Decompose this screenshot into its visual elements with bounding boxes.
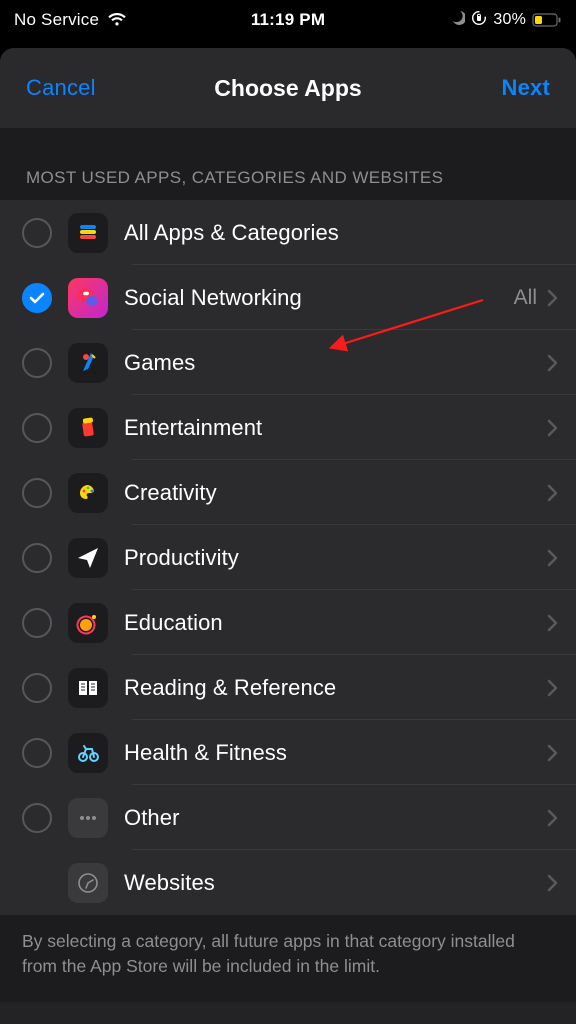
list-item-entertainment[interactable]: Entertainment — [0, 395, 576, 460]
wifi-icon — [107, 13, 127, 27]
chevron-right-icon — [547, 744, 558, 762]
radio-unchecked[interactable] — [22, 738, 52, 768]
list-item-games[interactable]: Games — [0, 330, 576, 395]
chevron-right-icon — [547, 484, 558, 502]
chevron-right-icon — [547, 549, 558, 567]
row-label: Entertainment — [124, 415, 547, 441]
chevron-right-icon — [547, 614, 558, 632]
list-item-reading[interactable]: Reading & Reference — [0, 655, 576, 720]
education-icon — [68, 603, 108, 643]
list-item-social-networking[interactable]: Social Networking All — [0, 265, 576, 330]
row-label: Reading & Reference — [124, 675, 547, 701]
list-item-productivity[interactable]: Productivity — [0, 525, 576, 590]
radio-unchecked[interactable] — [22, 803, 52, 833]
radio-unchecked[interactable] — [22, 478, 52, 508]
cancel-button[interactable]: Cancel — [26, 75, 96, 100]
chevron-right-icon — [547, 354, 558, 372]
nav-bar: Cancel Choose Apps Next — [0, 48, 576, 128]
row-label: Health & Fitness — [124, 740, 547, 766]
row-label: Social Networking — [124, 285, 514, 311]
orientation-lock-icon — [471, 10, 487, 31]
websites-icon — [68, 863, 108, 903]
radio-unchecked[interactable] — [22, 543, 52, 573]
games-icon — [68, 343, 108, 383]
list-item-all-apps[interactable]: All Apps & Categories — [0, 200, 576, 265]
list-item-creativity[interactable]: Creativity — [0, 460, 576, 525]
row-label: Other — [124, 805, 547, 831]
clock: 11:19 PM — [197, 10, 380, 30]
chevron-right-icon — [547, 874, 558, 892]
radio-unchecked[interactable] — [22, 673, 52, 703]
list-item-websites[interactable]: Websites — [0, 850, 576, 915]
next-button[interactable]: Next — [502, 75, 551, 100]
chevron-right-icon — [547, 289, 558, 307]
row-label: Games — [124, 350, 547, 376]
chevron-right-icon — [547, 809, 558, 827]
row-label: Websites — [124, 870, 547, 896]
row-label: Education — [124, 610, 547, 636]
moon-icon — [449, 10, 465, 31]
radio-unchecked[interactable] — [22, 608, 52, 638]
stack-icon — [68, 213, 108, 253]
row-detail: All — [514, 286, 537, 310]
row-label: All Apps & Categories — [124, 220, 558, 246]
footer-note: By selecting a category, all future apps… — [0, 915, 576, 1002]
battery-icon — [532, 13, 562, 27]
modal-sheet: Cancel Choose Apps Next MOST USED APPS, … — [0, 48, 576, 1024]
reading-icon — [68, 668, 108, 708]
status-bar: No Service 11:19 PM 30% — [0, 0, 576, 40]
radio-unchecked[interactable] — [22, 348, 52, 378]
list-item-other[interactable]: Other — [0, 785, 576, 850]
chevron-right-icon — [547, 679, 558, 697]
creativity-icon — [68, 473, 108, 513]
radio-checked[interactable] — [22, 283, 52, 313]
productivity-icon — [68, 538, 108, 578]
category-list: All Apps & Categories Social Networking … — [0, 200, 576, 915]
row-label: Productivity — [124, 545, 547, 571]
radio-spacer — [22, 868, 52, 898]
social-icon — [68, 278, 108, 318]
radio-unchecked[interactable] — [22, 413, 52, 443]
row-label: Creativity — [124, 480, 547, 506]
carrier-text: No Service — [14, 10, 99, 30]
list-item-health[interactable]: Health & Fitness — [0, 720, 576, 785]
section-header: MOST USED APPS, CATEGORIES AND WEBSITES — [0, 168, 576, 200]
radio-unchecked[interactable] — [22, 218, 52, 248]
battery-pct: 30% — [493, 11, 526, 29]
entertainment-icon — [68, 408, 108, 448]
list-item-education[interactable]: Education — [0, 590, 576, 655]
other-icon — [68, 798, 108, 838]
health-icon — [68, 733, 108, 773]
page-title: Choose Apps — [157, 75, 419, 102]
chevron-right-icon — [547, 419, 558, 437]
